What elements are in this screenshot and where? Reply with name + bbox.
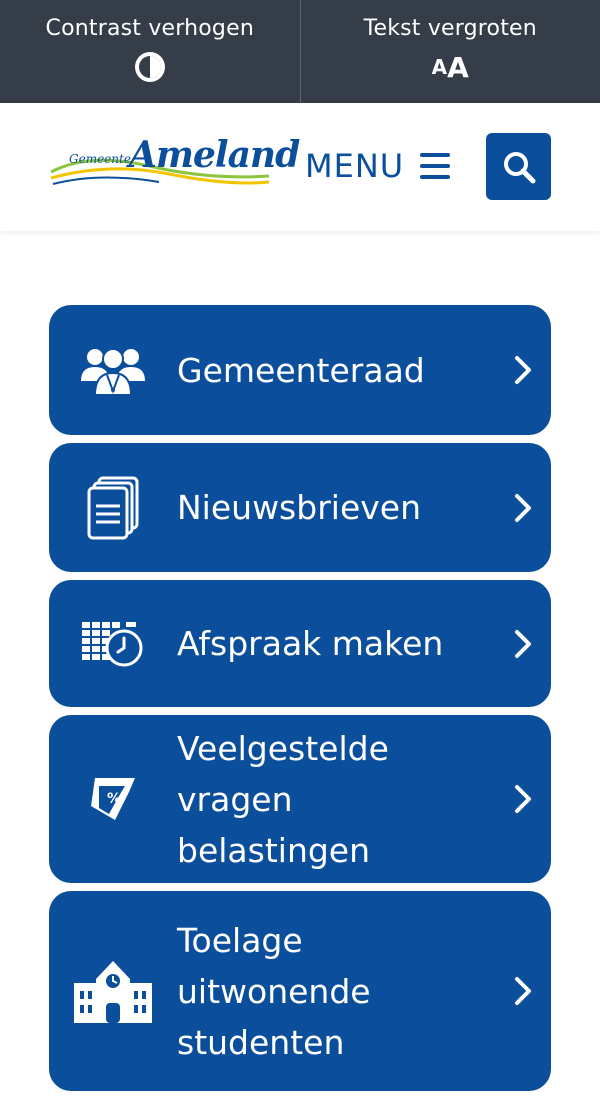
documents-icon [49, 476, 177, 540]
svg-text:%: % [107, 791, 121, 807]
contrast-toggle-button[interactable]: Contrast verhogen [0, 0, 300, 103]
chevron-right-icon [513, 354, 533, 386]
tile-label: Toelage uitwonende studenten [177, 915, 551, 1068]
chevron-right-icon [513, 783, 533, 815]
tile-nieuwsbrieven[interactable]: Nieuwsbrieven [49, 443, 551, 572]
quick-links: Gemeenteraad Nieuwsbrieven [49, 305, 551, 1099]
search-button[interactable] [486, 133, 551, 200]
calendar-clock-icon [49, 620, 177, 668]
accessibility-bar: Contrast verhogen Tekst vergroten AA [0, 0, 600, 103]
chevron-right-icon [513, 492, 533, 524]
ameland-logo[interactable]: Gemeente Ameland [49, 132, 274, 202]
menu-label: MENU [305, 147, 404, 185]
chevron-right-icon [513, 975, 533, 1007]
tile-veelgestelde-vragen-belastingen[interactable]: % Veelgestelde vragen belastingen [49, 715, 551, 883]
text-size-button[interactable]: Tekst vergroten AA [300, 0, 600, 103]
tile-afspraak-maken[interactable]: Afspraak maken [49, 580, 551, 707]
tile-label: Nieuwsbrieven [177, 482, 551, 533]
tile-label: Afspraak maken [177, 618, 551, 669]
tile-gemeenteraad[interactable]: Gemeenteraad [49, 305, 551, 435]
hamburger-icon [420, 153, 450, 179]
school-building-icon [49, 959, 177, 1023]
menu-button[interactable]: MENU [305, 147, 450, 185]
search-icon [501, 149, 537, 185]
site-header: Gemeente Ameland MENU [0, 103, 600, 231]
tile-toelage-uitwonende-studenten[interactable]: Toelage uitwonende studenten [49, 891, 551, 1091]
text-size-icon: AA [432, 49, 469, 85]
contrast-icon [133, 49, 167, 85]
tax-tag-icon: % [49, 776, 177, 822]
logo-main-text: Ameland [129, 134, 299, 176]
council-members-icon [49, 345, 177, 395]
chevron-right-icon [513, 628, 533, 660]
contrast-label: Contrast verhogen [46, 16, 254, 41]
logo-small-text: Gemeente [69, 152, 131, 166]
tile-label: Veelgestelde vragen belastingen [177, 723, 551, 876]
text-size-label: Tekst vergroten [364, 16, 537, 41]
tile-label: Gemeenteraad [177, 345, 551, 396]
